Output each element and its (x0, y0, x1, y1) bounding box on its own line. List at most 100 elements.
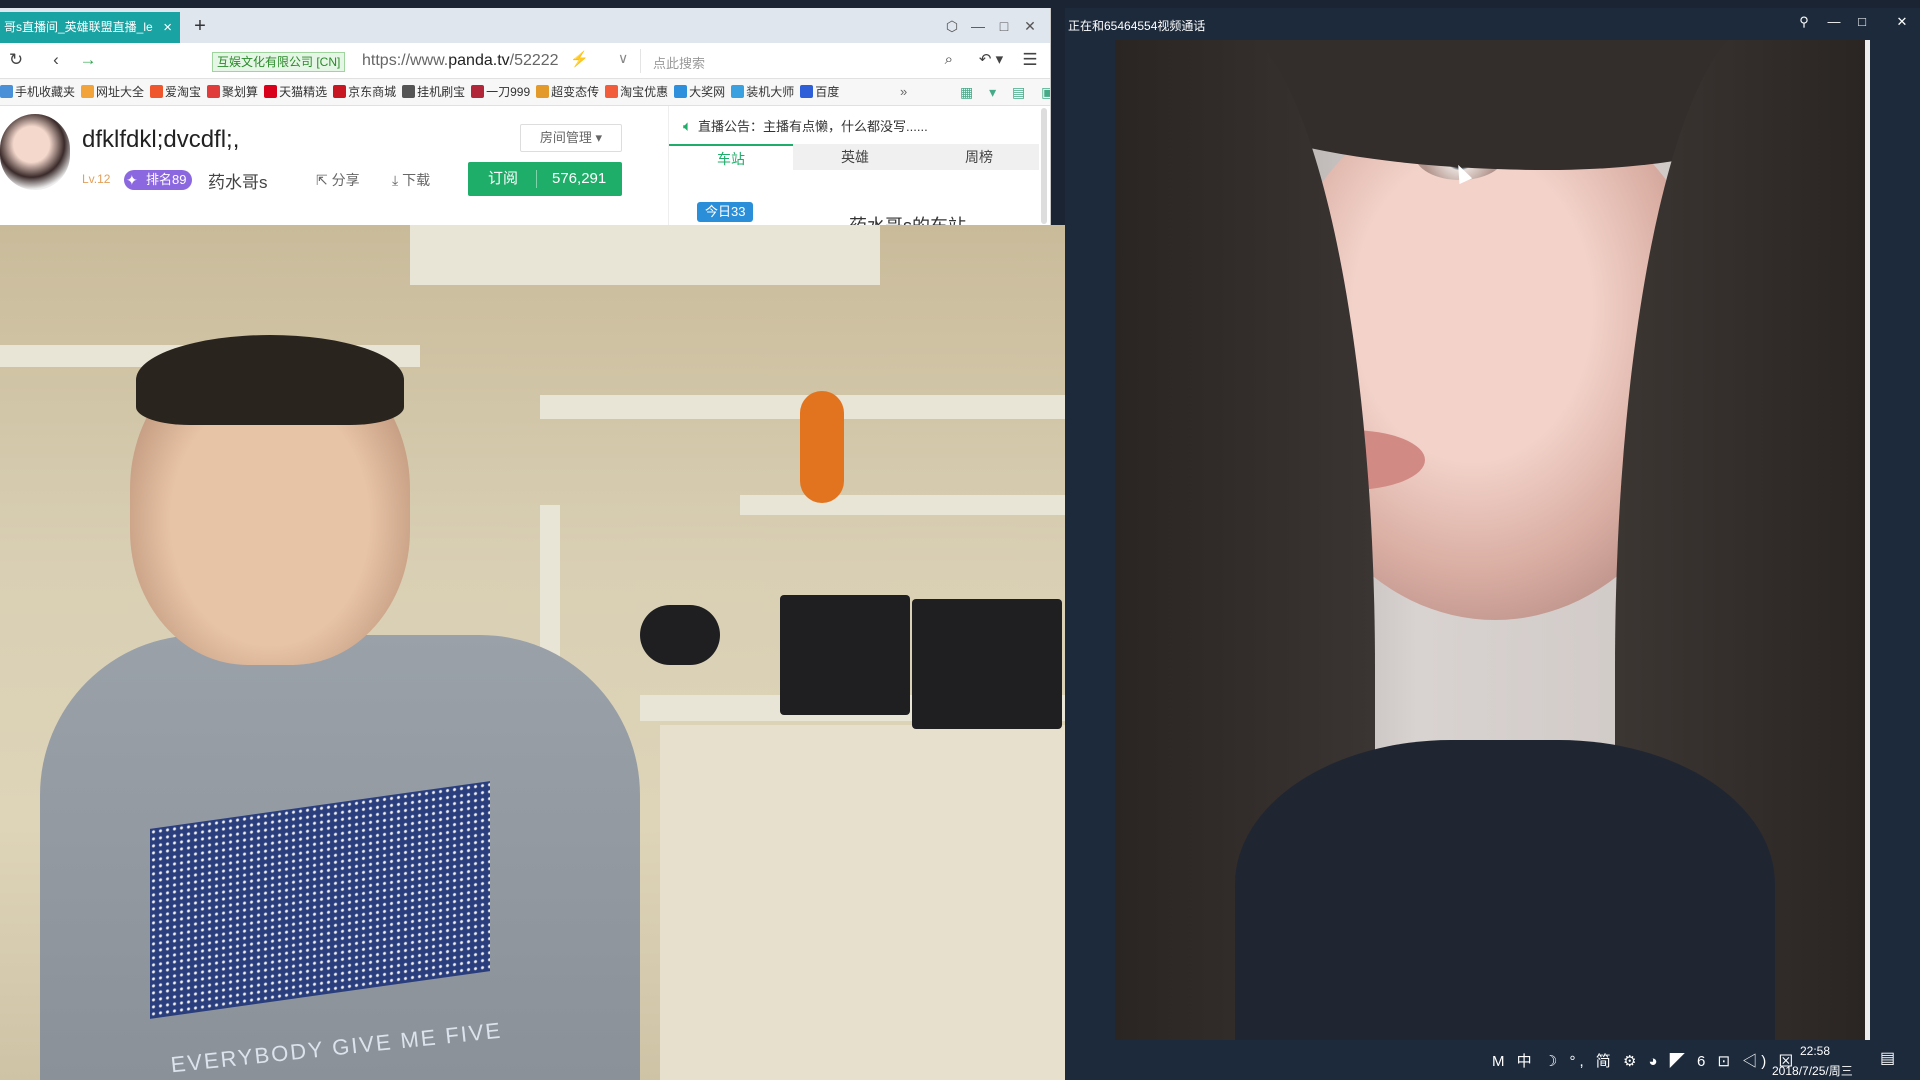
pin-icon[interactable]: ⚲ (1793, 14, 1815, 30)
bookmarks-more-icon[interactable]: » (900, 79, 907, 105)
bookmark-tools-icons[interactable]: ▦ ▾ ▤ ▣ (960, 79, 1050, 105)
room-management-dropdown[interactable]: 房间管理 ▾ (520, 124, 622, 152)
url-dropdown-icon[interactable]: ∨ (618, 50, 628, 67)
bookmark-item[interactable]: 天猫精选 (264, 79, 327, 105)
browser-window: 哥s直播间_英雄联盟直播_le × + ⬡ — □ ✕ ↻ ‹ → 互娱文化有限… (0, 8, 1051, 236)
search-icon[interactable]: ⌕ (945, 51, 953, 68)
stream-video[interactable]: EVERYBODY GIVE ME FIVE (0, 225, 1152, 1080)
bookmark-item[interactable]: 大奖网 (674, 79, 725, 105)
download-label: 下载 (402, 172, 431, 188)
certificate-badge[interactable]: 互娱文化有限公司 [CN] (212, 52, 346, 72)
tab-bar: 哥s直播间_英雄联盟直播_le × + ⬡ — □ ✕ (0, 8, 1050, 43)
call-title: 正在和65464554视频通话 (1068, 19, 1206, 33)
helmet (640, 605, 720, 665)
bookmark-item[interactable]: 一刀999 (471, 79, 530, 105)
bookmark-item[interactable]: 聚划算 (207, 79, 258, 105)
rank-badge[interactable]: ✦ 排名89 (124, 170, 193, 190)
bookmark-label: 聚划算 (222, 85, 259, 99)
bookmark-icon (81, 85, 95, 98)
call-video[interactable] (1115, 40, 1870, 1080)
subscribe-count: 576,291 (552, 170, 607, 187)
bookmark-label: 手机收藏夹 (15, 85, 76, 99)
bookmark-icon (731, 85, 745, 98)
search-box[interactable]: 点此搜索 ⌕ (640, 49, 961, 73)
bookmark-item[interactable]: 百度 (800, 79, 839, 105)
bookmark-item[interactable]: 网址大全 (81, 79, 144, 105)
streamer: EVERYBODY GIVE ME FIVE (40, 335, 640, 1080)
rank-label: 排名89 (146, 172, 187, 187)
anchor-name: dfklfdkl;dvcdfl;, (82, 126, 240, 153)
search-placeholder: 点此搜索 (653, 56, 706, 71)
bookmark-label: 网址大全 (96, 85, 145, 99)
url-host: panda.tv (448, 52, 510, 69)
today-badge: 今日33 (697, 202, 754, 222)
bookmark-item[interactable]: 京东商城 (333, 79, 396, 105)
tab-weekly[interactable]: 周榜 (917, 144, 1041, 170)
bookmark-icon (605, 85, 619, 98)
bookmark-label: 挂机刷宝 (417, 85, 466, 99)
share-button[interactable]: ⇱ 分享 (316, 170, 360, 190)
tab-title: 哥s直播间_英雄联盟直播_le (4, 20, 153, 34)
share-icon: ⇱ (316, 172, 328, 188)
system-tray: M 中 ☽ °, 简 ⚙ ◕ ◤ 6 ⊡ ◁) ⊠ 22:58 2018/7/2… (1464, 1040, 1920, 1080)
clock-time[interactable]: 22:58 (1800, 1044, 1830, 1058)
tray-icons[interactable]: M 中 ☽ °, 简 ⚙ ◕ ◤ 6 ⊡ ◁) ⊠ (1492, 1050, 1797, 1071)
bookmark-list: 手机收藏夹 网址大全 爱淘宝 聚划算 天猫精选 京东商城 挂机刷宝 一刀999 超变态传 淘宝优惠… (0, 85, 845, 99)
notification-icon[interactable]: ▤ (1880, 1048, 1895, 1068)
bookmark-item[interactable]: 手机收藏夹 (0, 79, 75, 105)
bookmark-item[interactable]: 超变态传 (536, 79, 599, 105)
bookmark-item[interactable]: 爱淘宝 (150, 79, 201, 105)
bookmarks-bar: 手机收藏夹 网址大全 爱淘宝 聚划算 天猫精选 京东商城 挂机刷宝 一刀999 超变态传 淘宝优惠… (0, 79, 1050, 106)
refresh-icon[interactable]: ↻ (6, 50, 26, 70)
shelf (740, 495, 1080, 515)
bookmark-label: 百度 (815, 85, 840, 99)
menu-icon[interactable]: ☰ (1020, 50, 1040, 70)
side-panel: 🔈︎直播公告：主播有点懒，什么都没写...... 车站 英雄 周榜 今日33 药… (668, 106, 1049, 236)
subscribe-button[interactable]: 订阅 576,291 (468, 162, 622, 196)
clock-date[interactable]: 2018/7/25/周三 (1772, 1062, 1853, 1079)
back-icon[interactable]: ‹ (46, 50, 66, 70)
subscribe-label: 订阅 (488, 170, 519, 187)
minimize-button[interactable]: — (1823, 14, 1845, 29)
bookmark-icon (536, 85, 550, 98)
scrollbar[interactable] (1041, 108, 1047, 224)
url-prefix: https://www. (362, 52, 449, 69)
download-icon: ⤓ (392, 172, 399, 188)
speaker (912, 599, 1062, 729)
panel-tabs: 车站 英雄 周榜 (669, 144, 1039, 170)
bookmark-label: 淘宝优惠 (620, 85, 669, 99)
minimize-button[interactable]: — (966, 14, 990, 38)
speaker-icon: 🔈︎ (683, 118, 693, 135)
speaker (780, 595, 910, 715)
bookmark-item[interactable]: 淘宝优惠 (605, 79, 668, 105)
new-tab-button[interactable]: + (186, 12, 214, 40)
star-icon: ✦ (126, 172, 138, 188)
forward-icon[interactable]: → (78, 50, 98, 70)
bookmark-icon (150, 85, 164, 98)
maximize-button[interactable]: □ (992, 14, 1016, 38)
bookmark-label: 天猫精选 (279, 85, 328, 99)
maximize-button[interactable]: □ (1851, 14, 1873, 29)
tab-close-icon[interactable]: × (163, 12, 172, 43)
room-management-label: 房间管理 (539, 130, 592, 145)
browser-tab[interactable]: 哥s直播间_英雄联盟直播_le × (0, 12, 180, 43)
skin-icon[interactable]: ⬡ (940, 14, 964, 38)
subscribe-divider (536, 170, 537, 188)
tab-heroes[interactable]: 英雄 (793, 144, 917, 170)
close-button[interactable]: ✕ (1891, 14, 1913, 30)
room-header: dfklfdkl;dvcdfl;, 房间管理 ▾ Lv.12 ✦ 排名89 药水哥… (0, 106, 1050, 236)
bookmark-icon (264, 85, 278, 98)
accelerate-icon[interactable]: ⚡ (570, 50, 589, 68)
bookmark-icon (674, 85, 688, 98)
cabinet (660, 725, 1120, 1080)
tab-station[interactable]: 车站 (669, 144, 793, 170)
close-button[interactable]: ✕ (1018, 14, 1042, 38)
undo-icon[interactable]: ↶ ▾ (974, 50, 1008, 68)
bookmark-label: 大奖网 (689, 85, 726, 99)
download-button[interactable]: ⤓ 下载 (392, 170, 430, 190)
bookmark-item[interactable]: 挂机刷宝 (402, 79, 465, 105)
fan-badge: 药水哥s (208, 173, 268, 192)
bookmark-item[interactable]: 装机大师 (731, 79, 794, 105)
url-field[interactable]: https://www.panda.tv/52222 (362, 52, 559, 70)
avatar[interactable] (0, 114, 70, 190)
